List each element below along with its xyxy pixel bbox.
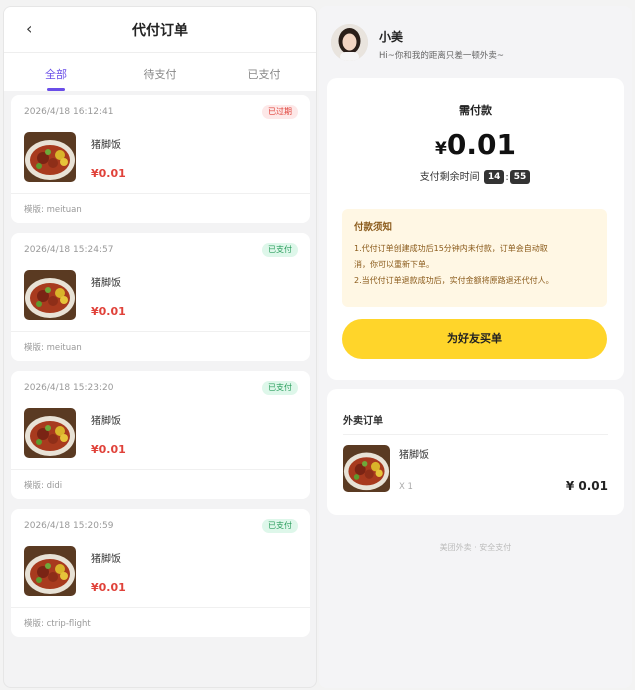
tab-all[interactable]: 全部 — [4, 53, 108, 91]
timer-seconds: 55 — [509, 170, 531, 184]
page-title: 代付订单 — [132, 22, 188, 39]
order-time: 2026/4/18 15:24:57 — [24, 245, 114, 255]
tab-pending[interactable]: 待支付 — [108, 53, 212, 91]
back-icon[interactable]: ‹ — [26, 19, 32, 38]
divider — [11, 331, 310, 332]
food-price: ¥0.01 — [91, 167, 126, 180]
notice-line: 2.当代付订单退款成功后，实付金额将原路退还代付人。 — [354, 276, 554, 285]
amount-label: 需付款 — [459, 104, 492, 117]
template-label: 模版: ctrip-flight — [24, 619, 91, 629]
food-price: ¥0.01 — [91, 443, 126, 456]
timer-minutes: 14 — [483, 170, 505, 184]
user-subtitle: Hi~你和我的距离只差一顿外卖~ — [379, 51, 504, 61]
timer-label: 支付剩余时间 — [419, 172, 480, 183]
template-label: 模版: meituan — [24, 343, 82, 353]
food-image-icon — [24, 270, 76, 320]
timer-separator: : — [505, 172, 509, 183]
food-thumbnail — [24, 132, 76, 182]
status-badge: 已支付 — [262, 381, 298, 395]
amount-value: 0.01 — [446, 128, 516, 161]
template-label: 模版: meituan — [24, 205, 82, 215]
template-label: 模版: didi — [24, 481, 63, 491]
order-time: 2026/4/18 15:20:59 — [24, 521, 114, 531]
status-badge: 已过期 — [262, 105, 298, 119]
order-card[interactable]: 2026/4/18 15:20:59 已支付 猪脚饭 ¥0.01 模版: ctr… — [11, 509, 310, 637]
food-thumbnail — [24, 546, 76, 596]
order-section-title: 外卖订单 — [343, 416, 383, 427]
food-image-icon — [24, 132, 76, 182]
food-image-icon — [343, 445, 390, 492]
divider — [11, 469, 310, 470]
food-name: 猪脚饭 — [91, 278, 121, 289]
user-name: 小美 — [379, 30, 404, 44]
divider — [343, 434, 608, 435]
order-time: 2026/4/18 16:12:41 — [24, 107, 114, 117]
food-thumbnail — [24, 408, 76, 458]
order-item-qty: X 1 — [399, 482, 413, 492]
tab-bar: 全部 待支付 已支付 — [4, 53, 316, 91]
avatar — [331, 24, 368, 61]
food-name: 猪脚饭 — [91, 554, 121, 565]
status-badge: 已支付 — [262, 519, 298, 533]
takeout-order-card: 外卖订单 猪脚饭 X 1 ¥ 0.01 — [327, 389, 624, 515]
order-item-price: ¥ 0.01 — [565, 479, 608, 493]
food-image-icon — [24, 408, 76, 458]
divider — [11, 193, 310, 194]
tab-paid[interactable]: 已支付 — [212, 53, 316, 91]
order-list-panel: ‹ 代付订单 全部 待支付 已支付 2026/4/18 16:12:41 已过期 — [3, 6, 317, 688]
order-time: 2026/4/18 15:23:20 — [24, 383, 114, 393]
status-badge: 已支付 — [262, 243, 298, 257]
notice-line: 消，你可以重新下单。 — [354, 260, 434, 269]
amount-due: ¥0.01 — [327, 128, 624, 161]
user-avatar-icon — [331, 24, 368, 61]
payment-notice: 付款须知 1.代付订单创建成功后15分钟内未付款，订单会自动取 消，你可以重新下… — [342, 209, 607, 307]
footer-text: 美团外卖 · 安全支付 — [439, 543, 512, 552]
pay-for-friend-button[interactable]: 为好友买单 — [342, 319, 607, 359]
divider — [11, 607, 310, 608]
page-header: ‹ 代付订单 — [4, 7, 316, 53]
food-name: 猪脚饭 — [91, 140, 121, 151]
order-item-name: 猪脚饭 — [399, 450, 429, 461]
food-price: ¥0.01 — [91, 581, 126, 594]
countdown-timer: 支付剩余时间 14:55 — [327, 168, 624, 184]
order-card[interactable]: 2026/4/18 15:23:20 已支付 猪脚饭 ¥0.01 模版: did… — [11, 371, 310, 499]
food-name: 猪脚饭 — [91, 416, 121, 427]
food-image-icon — [24, 546, 76, 596]
currency-symbol: ¥ — [435, 139, 447, 159]
order-card[interactable]: 2026/4/18 16:12:41 已过期 猪脚饭 ¥0.01 模版: mei… — [11, 95, 310, 223]
food-price: ¥0.01 — [91, 305, 126, 318]
food-thumbnail — [24, 270, 76, 320]
payment-card: 需付款 ¥0.01 支付剩余时间 14:55 付款须知 1.代付订单创建成功后1… — [327, 78, 624, 380]
food-thumbnail — [343, 445, 390, 492]
notice-line: 1.代付订单创建成功后15分钟内未付款，订单会自动取 — [354, 244, 548, 253]
order-card[interactable]: 2026/4/18 15:24:57 已支付 猪脚饭 ¥0.01 模版: mei… — [11, 233, 310, 361]
notice-title: 付款须知 — [354, 222, 393, 233]
payment-panel: 小美 Hi~你和我的距离只差一顿外卖~ 需付款 ¥0.01 支付剩余时间 14:… — [319, 6, 632, 688]
